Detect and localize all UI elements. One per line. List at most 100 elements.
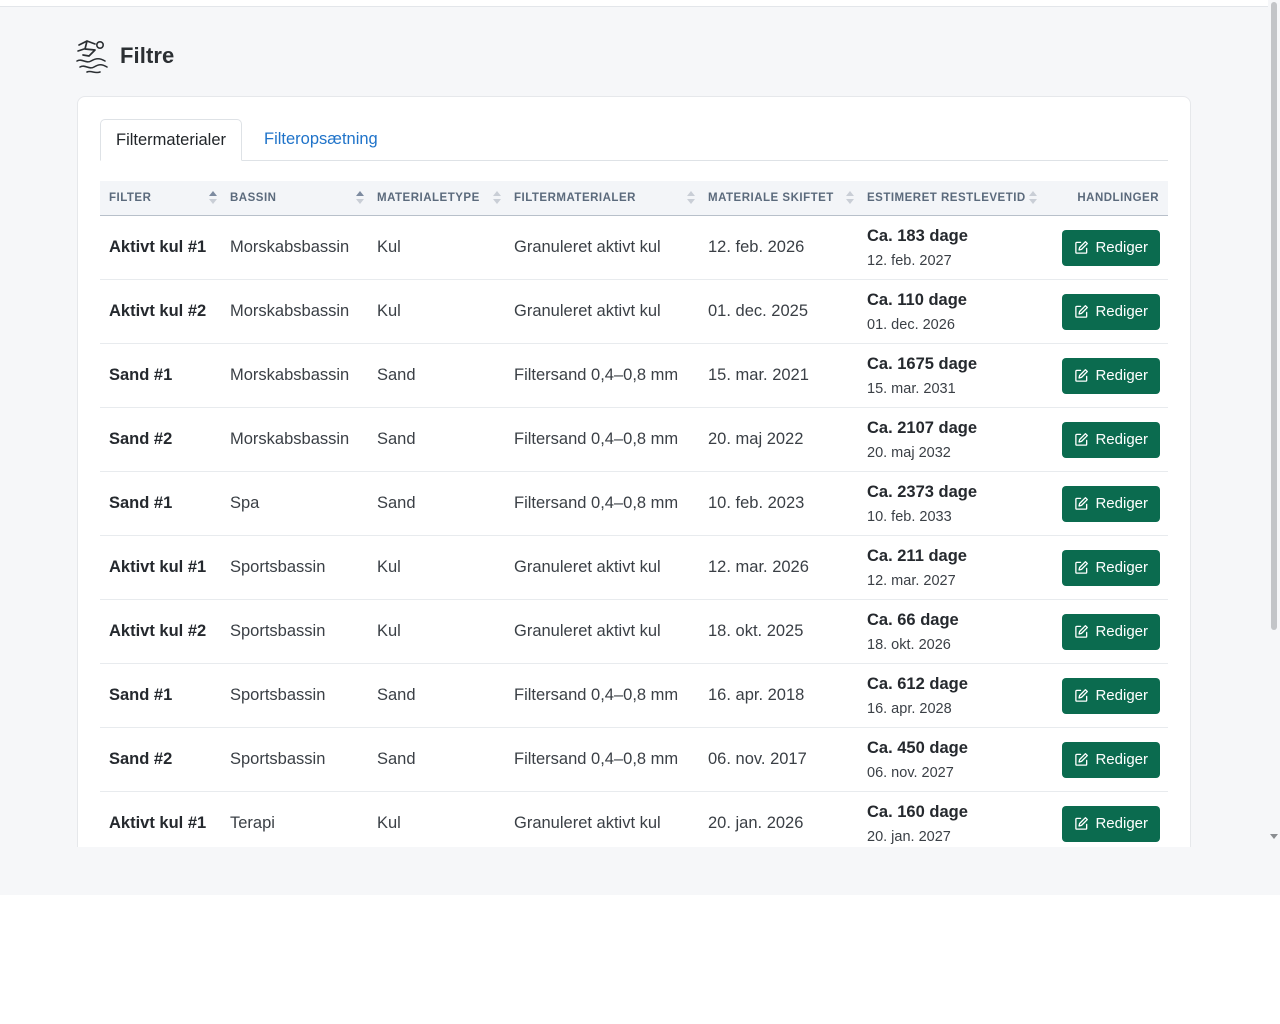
column-header-materialetype[interactable]: MATERIALETYPE: [368, 181, 505, 216]
rest-end-date: 20. maj 2032: [867, 444, 951, 461]
column-header-label: MATERIALETYPE: [377, 192, 480, 204]
cell-filter: Aktivt kul #2: [100, 599, 221, 664]
cell-bassin: Sportsbassin: [221, 727, 368, 792]
table-row: Aktivt kul #1 Terapi Kul Granuleret aktivt …: [100, 791, 1168, 847]
cell-materialetype: Kul: [368, 535, 505, 600]
cell-filtermateriale: Granuleret aktivt kul: [505, 599, 699, 664]
cell-materiale-skiftet: 20. jan. 2026: [699, 791, 858, 847]
app-viewport: Filtre Filtermaterialer Filteropsætning …: [0, 0, 1268, 847]
column-header-label: FILTERMATERIALER: [514, 192, 636, 204]
rest-end-date: 16. apr. 2028: [867, 700, 952, 717]
swimmer-icon: [76, 40, 108, 74]
vertical-scrollbar[interactable]: [1268, 0, 1280, 847]
scrollbar-thumb[interactable]: [1271, 2, 1277, 630]
cell-actions: Rediger: [1041, 343, 1168, 408]
edit-icon: [1075, 369, 1089, 382]
edit-button[interactable]: Rediger: [1062, 293, 1160, 330]
column-header-estimeret-restlevetid[interactable]: ESTIMERET RESTLEVETID: [858, 181, 1041, 216]
cell-bassin: Spa: [221, 471, 368, 536]
cell-restlevetid: Ca. 110 dage 01. dec. 2026: [858, 279, 1041, 344]
edit-button[interactable]: Rediger: [1062, 741, 1160, 778]
column-header-filter[interactable]: FILTER: [100, 181, 221, 216]
edit-button-label: Rediger: [1095, 239, 1148, 256]
tab-filteropsaetning[interactable]: Filteropsætning: [249, 119, 393, 159]
rest-days: Ca. 612 dage: [867, 674, 968, 693]
column-header-filtermaterialer[interactable]: FILTERMATERIALER: [505, 181, 699, 216]
edit-button-label: Rediger: [1095, 495, 1148, 512]
sort-icon: [846, 191, 854, 205]
rest-end-date: 18. okt. 2026: [867, 636, 951, 653]
edit-button[interactable]: Rediger: [1062, 613, 1160, 650]
top-bar-edge: [0, 0, 1268, 7]
edit-button[interactable]: Rediger: [1062, 229, 1160, 266]
cell-filtermateriale: Filtersand 0,4–0,8 mm: [505, 663, 699, 728]
filter-materials-table: FILTER BASSIN MATERIALETYPE FILTERMATERI…: [100, 181, 1168, 847]
cell-materialetype: Kul: [368, 279, 505, 344]
edit-button[interactable]: Rediger: [1062, 357, 1160, 394]
rest-days: Ca. 450 dage: [867, 738, 968, 757]
table-row: Aktivt kul #1 Morskabsbassin Kul Granuleret…: [100, 215, 1168, 280]
cell-actions: Rediger: [1041, 663, 1168, 728]
rest-days: Ca. 1675 dage: [867, 354, 978, 373]
cell-materiale-skiftet: 16. apr. 2018: [699, 663, 858, 728]
cell-materialetype: Kul: [368, 599, 505, 664]
filter-materials-card: Filtermaterialer Filteropsætning FILTER …: [77, 96, 1191, 847]
cell-filter: Sand #1: [100, 663, 221, 728]
cell-bassin: Sportsbassin: [221, 599, 368, 664]
edit-button-label: Rediger: [1095, 367, 1148, 384]
cell-filter: Sand #1: [100, 471, 221, 536]
table-header: FILTER BASSIN MATERIALETYPE FILTERMATERI…: [100, 181, 1168, 216]
edit-button-label: Rediger: [1095, 815, 1148, 832]
edit-icon: [1075, 305, 1089, 318]
table-row: Aktivt kul #2 Morskabsbassin Kul Granuleret…: [100, 279, 1168, 344]
cell-actions: Rediger: [1041, 279, 1168, 344]
cell-restlevetid: Ca. 2373 dage 10. feb. 2033: [858, 471, 1041, 536]
edit-button[interactable]: Rediger: [1062, 421, 1160, 458]
column-header-bassin[interactable]: BASSIN: [221, 181, 368, 216]
edit-icon: [1075, 689, 1089, 702]
edit-icon: [1075, 497, 1089, 510]
table-row: Aktivt kul #2 Sportsbassin Kul Granuleret a…: [100, 599, 1168, 664]
edit-button-label: Rediger: [1095, 687, 1148, 704]
cell-filter: Sand #1: [100, 343, 221, 408]
cell-materiale-skiftet: 12. mar. 2026: [699, 535, 858, 600]
table-row: Sand #1 Sportsbassin Sand Filtersand 0,4–0,…: [100, 663, 1168, 728]
cell-restlevetid: Ca. 183 dage 12. feb. 2027: [858, 215, 1041, 280]
table-row: Sand #2 Morskabsbassin Sand Filtersand 0,4–…: [100, 407, 1168, 472]
edit-button[interactable]: Rediger: [1062, 805, 1160, 842]
rest-days: Ca. 211 dage: [867, 546, 967, 565]
cell-actions: Rediger: [1041, 599, 1168, 664]
rest-days: Ca. 2107 dage: [867, 418, 978, 437]
cell-restlevetid: Ca. 450 dage 06. nov. 2027: [858, 727, 1041, 792]
edit-button-label: Rediger: [1095, 623, 1148, 640]
scroll-down-arrow-icon[interactable]: [1270, 834, 1278, 839]
cell-filtermateriale: Granuleret aktivt kul: [505, 535, 699, 600]
cell-filtermateriale: Filtersand 0,4–0,8 mm: [505, 727, 699, 792]
cell-restlevetid: Ca. 211 dage 12. mar. 2027: [858, 535, 1041, 600]
cell-filtermateriale: Filtersand 0,4–0,8 mm: [505, 407, 699, 472]
cell-bassin: Morskabsbassin: [221, 279, 368, 344]
sort-icon: [493, 191, 501, 205]
cell-bassin: Terapi: [221, 791, 368, 847]
table-row: Sand #2 Sportsbassin Sand Filtersand 0,4–0,…: [100, 727, 1168, 792]
cell-filter: Aktivt kul #1: [100, 791, 221, 847]
sort-icon: [1029, 191, 1037, 205]
cell-filter: Sand #2: [100, 407, 221, 472]
cell-bassin: Sportsbassin: [221, 663, 368, 728]
cell-restlevetid: Ca. 612 dage 16. apr. 2028: [858, 663, 1041, 728]
rest-end-date: 06. nov. 2027: [867, 764, 954, 781]
cell-filter: Aktivt kul #1: [100, 215, 221, 280]
tab-filtermaterialer[interactable]: Filtermaterialer: [100, 119, 243, 161]
page-title: Filtre: [120, 43, 175, 68]
column-header-label: BASSIN: [230, 192, 277, 204]
rest-end-date: 12. mar. 2027: [867, 572, 956, 589]
edit-button[interactable]: Rediger: [1062, 485, 1160, 522]
rest-days: Ca. 110 dage: [867, 290, 967, 309]
column-header-label: ESTIMERET RESTLEVETID: [867, 192, 1026, 204]
cell-materialetype: Kul: [368, 791, 505, 847]
table-row: Aktivt kul #1 Sportsbassin Kul Granuleret a…: [100, 535, 1168, 600]
edit-button[interactable]: Rediger: [1062, 677, 1160, 714]
column-header-materiale-skiftet[interactable]: MATERIALE SKIFTET: [699, 181, 858, 216]
edit-button-label: Rediger: [1095, 303, 1148, 320]
edit-button[interactable]: Rediger: [1062, 549, 1160, 586]
